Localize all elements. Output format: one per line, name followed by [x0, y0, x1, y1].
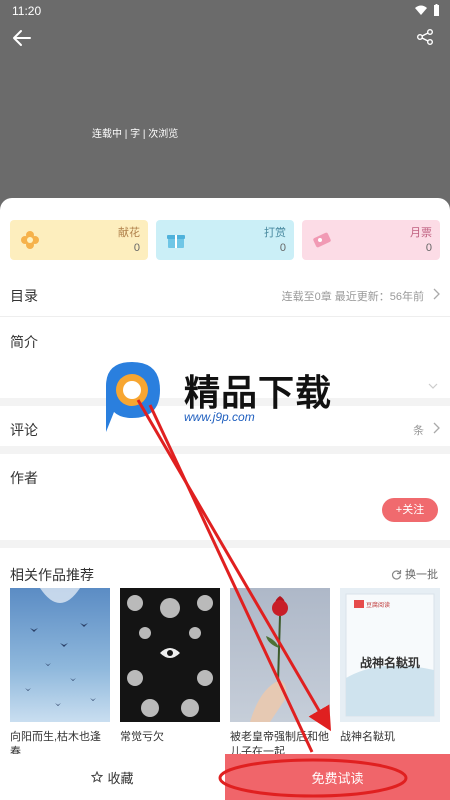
book-card[interactable]: 向阳而生,枯木也逢春	[10, 588, 110, 760]
free-read-button[interactable]: 免费试读	[225, 754, 450, 800]
chevron-right-icon	[433, 288, 440, 300]
birds-illustration	[25, 588, 96, 706]
watermark: 精品下载 www.j9p.com	[98, 356, 358, 436]
star-icon	[91, 771, 104, 783]
reward-count: 0	[133, 242, 140, 254]
recommend-list: 向阳而生,枯木也逢春 常觉亏欠 被老皇帝强制后和他儿子在一起 豆腐阅读 战神名鞑…	[10, 588, 442, 760]
cover-brand-text: 豆腐阅读	[366, 603, 391, 609]
book-detail-sheet: 献花 0 打赏 0 月票 0 目录 连载至0章 最近更新：56年前 简介 评论 …	[0, 198, 450, 800]
book-meta: 连载中 | 字 | 次浏览	[92, 129, 179, 140]
book-cover	[120, 588, 220, 722]
favorite-button[interactable]: 收藏	[0, 754, 225, 800]
catalog-title: 目录	[10, 288, 38, 304]
wifi-icon	[415, 5, 427, 15]
book-card[interactable]: 豆腐阅读 战神名鞑玑 战神名鞑玑	[340, 588, 440, 760]
gift-icon	[167, 235, 185, 248]
book-card[interactable]: 常觉亏欠	[120, 588, 220, 760]
reward-count: 0	[425, 242, 432, 254]
book-card[interactable]: 被老皇帝强制后和他儿子在一起	[230, 588, 330, 760]
author-title: 作者	[10, 470, 38, 486]
chevron-right-icon	[433, 422, 440, 434]
intro-title: 简介	[10, 334, 38, 350]
reward-label: 献花	[118, 227, 140, 239]
cover-title-text: 战神名鞑玑	[359, 656, 420, 670]
refresh-button[interactable]: 换一批	[391, 566, 438, 582]
comments-title: 评论	[10, 422, 38, 438]
reward-flower-button[interactable]: 献花 0	[10, 220, 148, 260]
reward-ticket-button[interactable]: 月票 0	[302, 220, 440, 260]
back-arrow-icon[interactable]	[10, 26, 34, 50]
free-read-label: 免费试读	[311, 770, 364, 786]
recommend-title: 相关作品推荐	[10, 567, 94, 583]
rose-illustration	[250, 596, 288, 722]
catalog-info: 连载至0章 最近更新：56年前	[281, 291, 424, 303]
status-bar: 11:20	[0, 0, 450, 22]
refresh-icon	[392, 569, 402, 580]
reward-label: 打赏	[264, 227, 286, 239]
comments-count: 条	[413, 425, 424, 437]
battery-icon	[434, 4, 439, 16]
reward-label: 月票	[410, 227, 432, 239]
follow-button[interactable]: +关注	[382, 498, 438, 522]
ticket-icon	[313, 232, 331, 248]
book-cover: 豆腐阅读 战神名鞑玑	[340, 588, 440, 722]
book-cover	[230, 588, 330, 722]
section-gap	[0, 446, 450, 454]
bottom-action-bar: 收藏 免费试读	[0, 754, 450, 800]
divider	[0, 316, 450, 317]
watermark-logo-icon	[106, 362, 160, 432]
reward-count: 0	[279, 242, 286, 254]
reward-tip-button[interactable]: 打赏 0	[156, 220, 294, 260]
chevron-down-icon[interactable]	[428, 382, 438, 390]
favorite-label: 收藏	[107, 770, 134, 786]
flower-icon	[21, 231, 39, 249]
refresh-label: 换一批	[405, 569, 438, 581]
watermark-title: 精品下载	[184, 372, 333, 413]
status-icons	[415, 4, 440, 16]
status-time: 11:20	[12, 4, 42, 18]
book-cover	[10, 588, 110, 722]
reward-row: 献花 0 打赏 0 月票 0	[10, 220, 440, 260]
share-icon[interactable]	[416, 28, 434, 46]
section-gap	[0, 540, 450, 548]
watermark-url: www.j9p.com	[184, 410, 255, 424]
floral-pattern-illustration	[127, 595, 213, 717]
